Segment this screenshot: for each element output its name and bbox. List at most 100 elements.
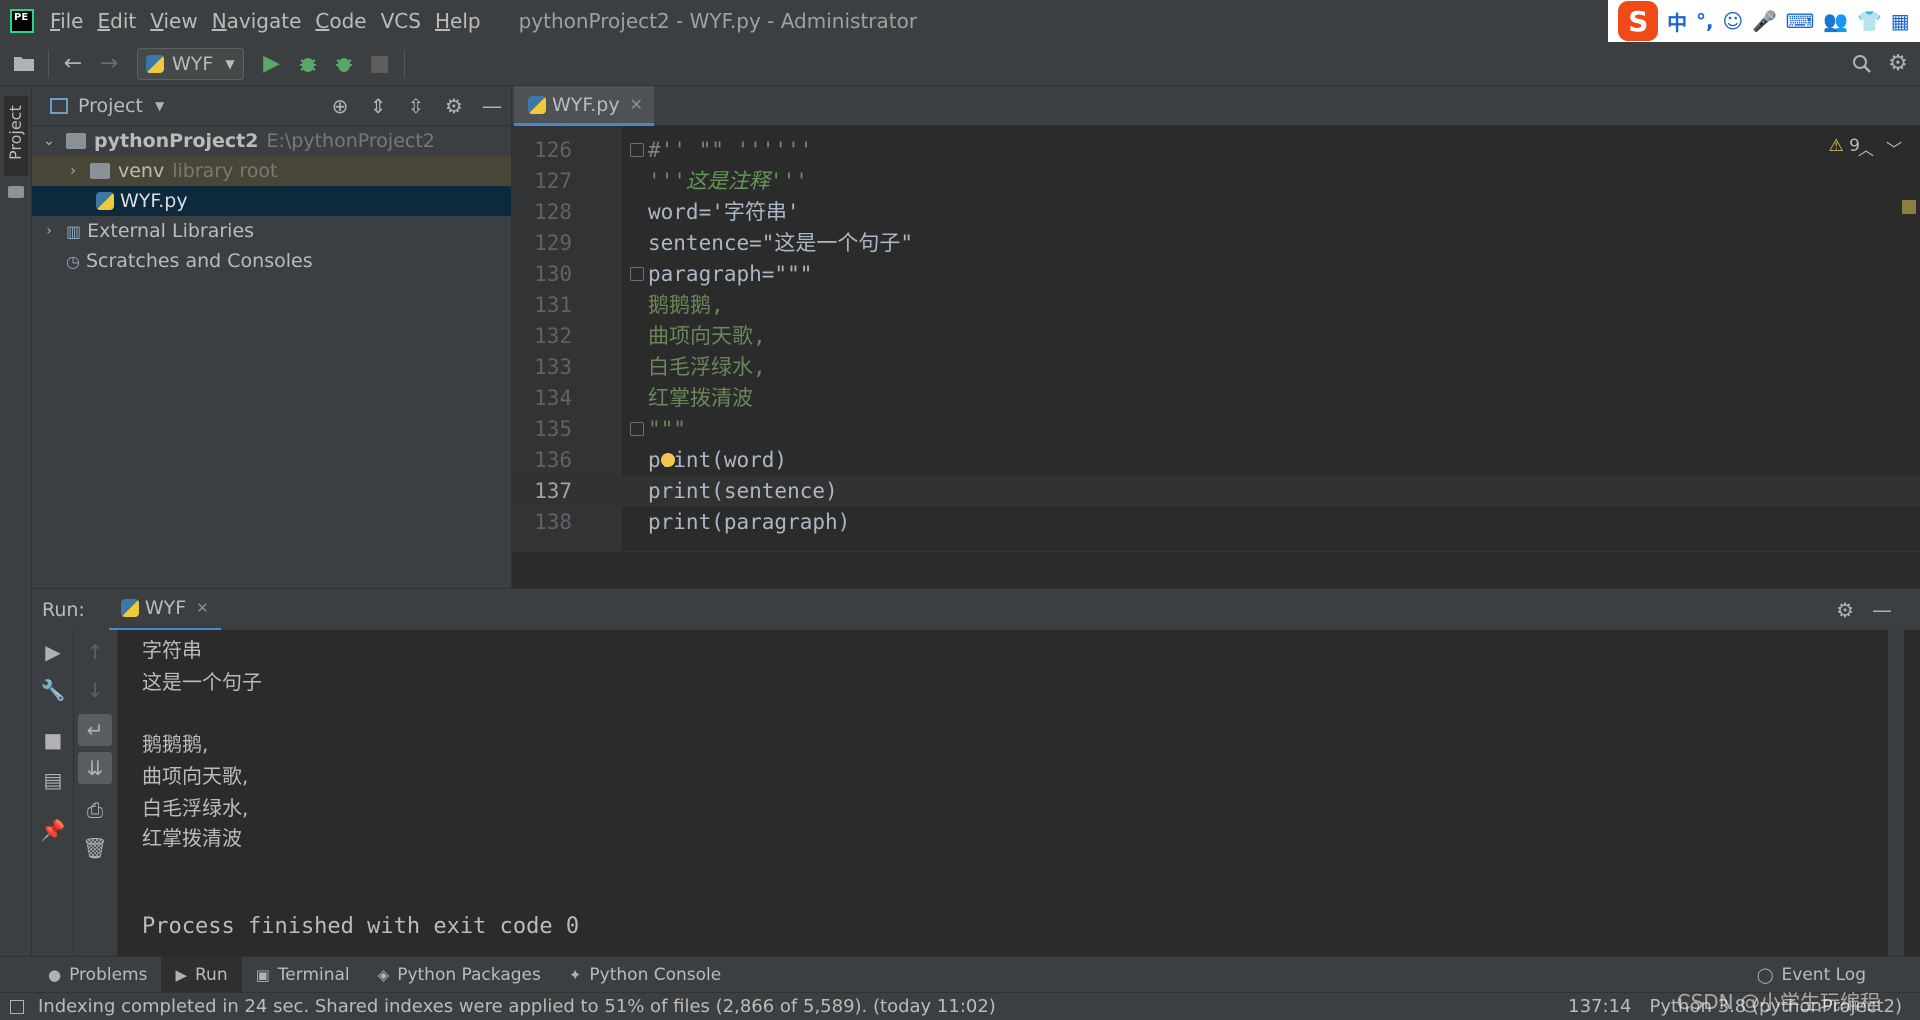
run-tab-wyf[interactable]: WYF ✕ — [108, 589, 221, 631]
back-arrow-icon[interactable]: ← — [55, 46, 91, 82]
ime-users-icon[interactable]: 👥 — [1823, 9, 1848, 33]
project-vertical-tab[interactable]: Project — [4, 96, 28, 176]
editor-tab-wyf-py[interactable]: WYF.py ✕ — [514, 86, 654, 126]
menu-code[interactable]: Code — [315, 9, 366, 33]
scrollbar-marker[interactable] — [1902, 200, 1916, 214]
ime-keyboard-icon[interactable]: ⌨ — [1786, 9, 1815, 33]
stop-icon[interactable]: ■ — [36, 724, 70, 756]
code-line[interactable]: 129 sentence="这是一个句子" — [512, 228, 1920, 259]
locate-target-icon[interactable]: ⊕ — [321, 94, 359, 118]
code-text: print(paragraph) — [648, 510, 851, 534]
code-line[interactable]: 127 '''这是注释''' — [512, 166, 1920, 197]
run-toolbar-primary: ▶ 🔧 ■ ▤ 📌 — [32, 630, 74, 956]
code-line[interactable]: 134 红掌拨清波 — [512, 383, 1920, 414]
debug-icon[interactable] — [290, 46, 326, 82]
pycharm-logo-icon[interactable]: PE — [10, 9, 34, 33]
inspection-nav-arrows[interactable]: ︿﹀ — [1858, 136, 1914, 160]
tool-tab-run[interactable]: ▶ Run — [161, 956, 242, 993]
lightbulb-icon[interactable] — [661, 453, 675, 467]
code-text: paragraph=""" — [648, 262, 813, 286]
hide-panel-icon[interactable]: — — [1872, 598, 1910, 622]
sogou-logo-icon[interactable]: S — [1618, 1, 1659, 41]
tool-tab-python-console[interactable]: ✦ Python Console — [555, 957, 735, 993]
layout-icon[interactable]: ▤ — [36, 764, 70, 796]
trash-icon[interactable]: 🗑 — [78, 832, 112, 864]
tool-tab-python-packages[interactable]: ◈ Python Packages — [364, 957, 555, 993]
chevron-down-icon[interactable]: ▼ — [155, 99, 164, 113]
menu-bar: PE File Edit View Navigate Code VCS Help… — [0, 0, 1920, 42]
project-panel-title[interactable]: Project — [78, 95, 143, 117]
fold-marker-icon[interactable] — [630, 143, 644, 157]
tree-item-venv[interactable]: › venv library root — [32, 156, 511, 186]
stop-icon[interactable]: ■ — [362, 46, 398, 82]
run-config-selector[interactable]: WYF ▼ — [137, 47, 244, 80]
chevron-down-icon[interactable]: ⌄ — [40, 133, 58, 149]
menu-help[interactable]: Help — [435, 9, 481, 33]
close-icon[interactable]: ✕ — [196, 599, 209, 617]
ime-emoji-icon[interactable]: ☺ — [1722, 9, 1743, 33]
ime-voice-icon[interactable]: 🎤 — [1752, 9, 1777, 33]
status-message[interactable]: Indexing completed in 24 sec. Shared ind… — [38, 996, 996, 1017]
code-line-partial: 125 — [512, 126, 1920, 135]
code-line[interactable]: 135 """ — [512, 414, 1920, 445]
code-line[interactable]: 128 word='字符串' — [512, 197, 1920, 228]
wrench-icon[interactable]: 🔧 — [36, 674, 70, 706]
chevron-up-icon[interactable]: ︿ — [1858, 140, 1886, 159]
forward-arrow-icon[interactable]: → — [91, 46, 127, 82]
arrow-down-icon[interactable]: ↓ — [78, 674, 112, 706]
expand-all-icon[interactable]: ⇕ — [359, 94, 397, 118]
arrow-up-icon[interactable]: ↑ — [78, 636, 112, 668]
collapse-all-icon[interactable]: ⇳ — [397, 94, 435, 118]
scroll-to-end-icon[interactable]: ⇊ — [78, 752, 112, 784]
code-line[interactable]: 132 曲项向天歌, — [512, 321, 1920, 352]
fold-marker-icon[interactable] — [630, 422, 644, 436]
soft-wrap-icon[interactable]: ↵ — [78, 714, 112, 746]
console-output-line: 红掌拨清波 — [142, 826, 242, 850]
code-line[interactable]: 133 白毛浮绿水, — [512, 352, 1920, 383]
menu-view[interactable]: View — [150, 9, 197, 33]
inspection-warnings-badge[interactable]: ⚠ 9 — [1829, 136, 1860, 156]
ime-punctuation[interactable]: °, — [1696, 9, 1714, 33]
tree-item-wyf-py[interactable]: WYF.py — [32, 186, 511, 216]
code-editor[interactable]: 125 126 #'' "" '''''' 127 '''这是注释''' 128… — [512, 126, 1920, 552]
tool-tab-terminal[interactable]: ▣ Terminal — [242, 957, 364, 993]
tree-item-project-root[interactable]: ⌄ pythonProject2 E:\pythonProject2 — [32, 126, 511, 156]
console-scrollbar[interactable] — [1888, 630, 1904, 956]
hide-panel-icon[interactable]: — — [473, 94, 511, 118]
toggle-tool-windows-icon[interactable] — [10, 999, 24, 1014]
close-icon[interactable]: ✕ — [630, 95, 643, 114]
settings-gear-icon[interactable]: ⚙ — [1880, 46, 1916, 82]
ime-menu-icon[interactable]: ▦ — [1891, 9, 1910, 33]
chevron-right-icon[interactable]: › — [40, 223, 58, 239]
gear-icon[interactable]: ⚙ — [1836, 598, 1872, 622]
open-folder-icon[interactable] — [6, 46, 42, 82]
code-line[interactable]: 131 鹅鹅鹅, — [512, 290, 1920, 321]
tool-tab-problems[interactable]: ● Problems — [34, 957, 161, 993]
chevron-right-icon[interactable]: › — [64, 163, 82, 179]
coverage-icon[interactable] — [326, 46, 362, 82]
menu-navigate[interactable]: Navigate — [212, 9, 302, 33]
code-line[interactable]: 138 print(paragraph) — [512, 507, 1920, 538]
ime-skin-icon[interactable]: 👕 — [1857, 9, 1882, 33]
rerun-icon[interactable]: ▶ — [36, 636, 70, 668]
code-line[interactable]: 136 print(word) — [512, 445, 1920, 476]
fold-marker-icon[interactable] — [630, 267, 644, 281]
code-line[interactable]: 130 paragraph=""" — [512, 259, 1920, 290]
caret-position[interactable]: 137:14 — [1568, 996, 1631, 1017]
chevron-down-icon[interactable]: ﹀ — [1886, 140, 1914, 159]
run-icon[interactable]: ▶ — [254, 46, 290, 82]
python-file-icon — [146, 54, 164, 73]
print-icon[interactable]: ⎙ — [78, 794, 112, 826]
code-line[interactable]: 126 #'' "" '''''' — [512, 135, 1920, 166]
pin-icon[interactable]: 📌 — [36, 814, 70, 846]
gear-icon[interactable]: ⚙ — [435, 94, 473, 118]
tree-item-scratches[interactable]: ◷ Scratches and Consoles — [32, 246, 511, 276]
menu-vcs[interactable]: VCS — [381, 9, 421, 33]
menu-file[interactable]: File — [50, 9, 83, 33]
code-line-current[interactable]: 137 print(sentence) — [512, 476, 1920, 507]
ime-chinese-mode[interactable]: 中 — [1667, 7, 1687, 36]
menu-edit[interactable]: Edit — [97, 9, 136, 33]
search-icon[interactable] — [1844, 46, 1880, 82]
tree-item-external-libraries[interactable]: › ▥ External Libraries — [32, 216, 511, 246]
run-console[interactable]: 字符串 这是一个句子 鹅鹅鹅, 曲项向天歌, 白毛浮绿水, 红掌拨清波 Proc… — [118, 630, 1904, 956]
